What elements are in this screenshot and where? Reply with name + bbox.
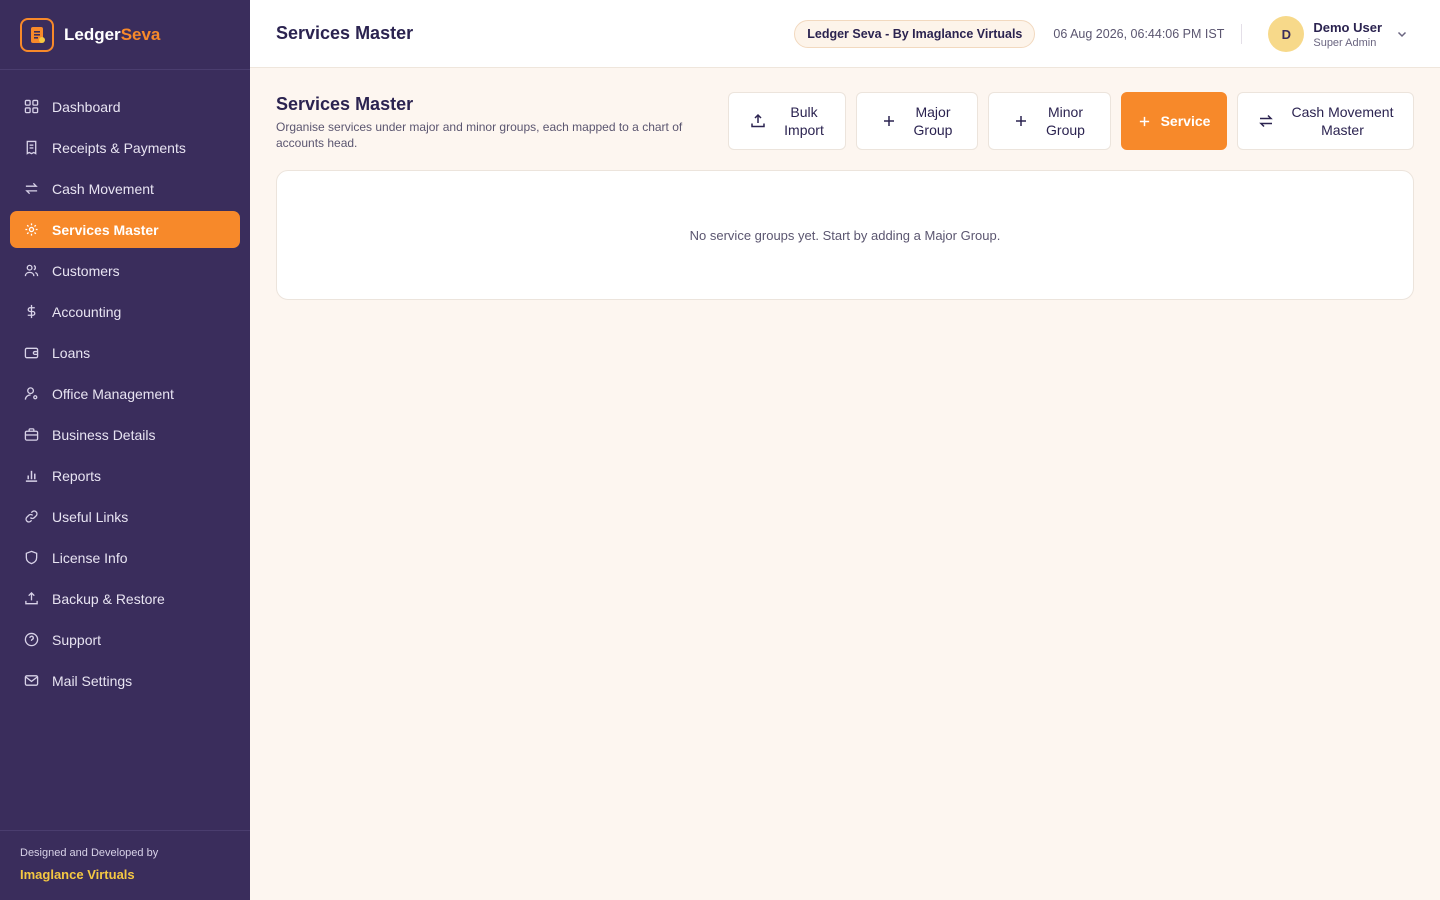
sidebar-item-loans[interactable]: Loans [10,334,240,371]
plus-icon [1138,115,1151,128]
sidebar-item-support[interactable]: Support [10,621,240,658]
page-heading: Services Master Organise services under … [276,92,716,151]
upload-icon [23,591,39,607]
sidebar-footer: Designed and Developed by Imaglance Virt… [0,830,250,900]
sidebar-item-label: Services Master [52,221,159,238]
wallet-icon [23,345,39,361]
sidebar-item-label: Useful Links [52,508,129,525]
sidebar-item-label: Backup & Restore [52,590,165,607]
sidebar-item-label: Loans [52,344,91,361]
sidebar-item-dashboard[interactable]: Dashboard [10,88,240,125]
cash-movement-master-button[interactable]: Cash Movement Master [1237,92,1414,150]
sidebar-item-label: License Info [52,549,128,566]
cash-movement-master-label: Cash Movement Master [1292,103,1394,139]
receipt-icon [23,140,39,156]
minor-group-label: Minor Group [1046,103,1085,139]
sidebar-item-label: Dashboard [52,98,121,115]
chevron-down-icon[interactable] [1396,28,1408,40]
brand-name: LedgerSeva [64,25,160,45]
add-major-group-button[interactable]: Major Group [856,92,978,150]
header-title: Services Master [276,23,414,43]
upload-icon [750,113,766,129]
empty-state-message: No service groups yet. Start by adding a… [689,227,1001,243]
sidebar-item-accounting[interactable]: Accounting [10,293,240,330]
user-role: Super Admin [1313,36,1377,49]
datetime-display: 06 Aug 2026, 06:44:06 PM IST [1053,24,1243,44]
sidebar-item-office-management[interactable]: Office Management [10,375,240,412]
top-header: Services Master Ledger Seva - By Imaglan… [250,0,1440,68]
sidebar-item-label: Customers [52,262,120,279]
footer-company-link[interactable]: Imaglance Virtuals [20,867,230,882]
page-title: Services Master [276,94,414,114]
sidebar-item-label: Support [52,631,102,648]
major-group-label-line2: Group [913,122,953,138]
grid-icon [23,99,39,115]
link-icon [23,509,39,525]
sidebar-item-backup-restore[interactable]: Backup & Restore [10,580,240,617]
sidebar-item-label: Accounting [52,303,122,320]
user-cog-icon [23,386,39,402]
arrows-swap-icon [1258,113,1274,129]
minor-group-label-line2: Group [1046,122,1085,138]
page-subtitle: Organise services under major and minor … [276,120,683,150]
sidebar-item-label: Reports [52,467,102,484]
sidebar-item-customers[interactable]: Customers [10,252,240,289]
org-badge: Ledger Seva - By Imaglance Virtuals [794,20,1036,48]
major-group-label: Major Group [914,103,953,139]
sidebar-item-license-info[interactable]: License Info [10,539,240,576]
service-label: Service [1160,113,1211,129]
sidebar-item-label: Receipts & Payments [52,139,186,156]
sidebar-item-services-master[interactable]: Services Master [10,211,240,248]
sidebar-item-label: Mail Settings [52,672,133,689]
user-info: Demo User Super Admin [1313,20,1382,49]
arrows-swap-icon [23,181,39,197]
user-name: Demo User [1313,19,1382,35]
major-group-label-line1: Major [915,104,951,120]
sidebar-nav: Dashboard Receipts & Payments Cash Movem… [0,70,250,699]
bulk-import-button[interactable]: Bulk Import [728,92,846,150]
sidebar-item-label: Cash Movement [52,180,154,197]
shield-icon [23,550,39,566]
service-groups-panel: No service groups yet. Start by adding a… [276,170,1414,300]
bulk-import-label: Bulk Import [784,103,824,139]
page-head: Services Master Organise services under … [276,92,1414,150]
ledger-logo-icon [20,17,54,52]
add-minor-group-button[interactable]: Minor Group [988,92,1111,150]
footer-caption: Designed and Developed by [20,847,159,859]
plus-icon [1014,114,1028,128]
sidebar: LedgerSeva Dashboard Receipts & Payments… [0,0,250,900]
sidebar-item-reports[interactable]: Reports [10,457,240,494]
sidebar-item-mail-settings[interactable]: Mail Settings [10,662,240,699]
bulk-import-label-line2: Import [784,122,824,138]
users-icon [23,263,39,279]
cash-movement-master-label-line1: Cash Movement [1291,104,1394,120]
gear-icon [23,222,39,238]
user-menu[interactable]: D Demo User Super Admin [1268,16,1408,52]
bar-chart-icon [23,468,39,484]
header-right: Ledger Seva - By Imaglance Virtuals 06 A… [794,0,1408,68]
action-buttons: Bulk Import Major Group Minor Group Service… [728,92,1414,150]
sidebar-item-useful-links[interactable]: Useful Links [10,498,240,535]
sidebar-item-cash-movement[interactable]: Cash Movement [10,170,240,207]
add-service-button[interactable]: Service [1121,92,1227,150]
brand-name-part2: Seva [120,24,161,44]
minor-group-label-line1: Minor [1047,104,1083,120]
cash-movement-master-label-line2: Master [1321,122,1364,138]
plus-icon [882,114,896,128]
sidebar-item-business-details[interactable]: Business Details [10,416,240,453]
briefcase-icon [23,427,39,443]
bulk-import-label-line1: Bulk [790,104,818,120]
main-content: Services Master Organise services under … [276,92,1414,300]
brand-name-part1: Ledger [64,24,121,44]
brand[interactable]: LedgerSeva [0,0,250,70]
avatar: D [1268,16,1305,52]
mail-icon [23,673,39,689]
sidebar-item-label: Office Management [52,385,174,402]
sidebar-item-label: Business Details [52,426,156,443]
dollar-icon [23,304,39,320]
help-circle-icon [23,632,39,648]
sidebar-item-receipts-payments[interactable]: Receipts & Payments [10,129,240,166]
